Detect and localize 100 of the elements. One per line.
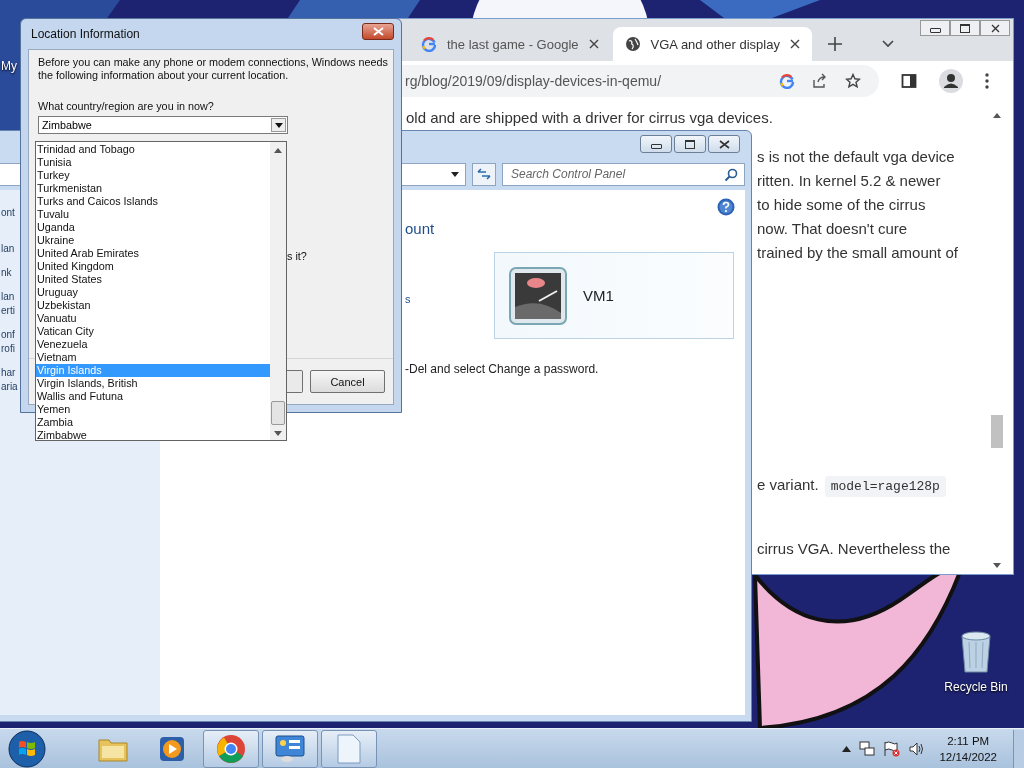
article-text: now. That doesn't cure: [757, 220, 908, 237]
taskbar-app-button[interactable]: [203, 729, 259, 768]
close-button[interactable]: [362, 22, 394, 40]
country-option[interactable]: Trinidad and Tobago: [36, 143, 270, 156]
close-icon: [372, 26, 384, 36]
maximize-button[interactable]: [674, 135, 706, 153]
help-icon[interactable]: [717, 198, 735, 216]
country-option[interactable]: Turks and Caicos Islands: [36, 195, 270, 208]
trash-bin-icon: [959, 630, 993, 674]
browser-tab[interactable]: the last game - Google: [409, 27, 611, 61]
country-option[interactable]: Uganda: [36, 221, 270, 234]
instruction-text: -Del and select Change a password.: [405, 362, 600, 376]
scrollbar-thumb[interactable]: [990, 415, 1003, 448]
share-icon[interactable]: [812, 73, 828, 89]
maximize-button[interactable]: [950, 20, 980, 36]
country-option[interactable]: Ukraine: [36, 234, 270, 247]
search-field[interactable]: Search Control Panel: [502, 162, 745, 186]
speaker-icon[interactable]: [909, 741, 926, 756]
country-option[interactable]: Yemen: [36, 403, 270, 416]
country-option[interactable]: Vatican City: [36, 325, 270, 338]
cancel-button[interactable]: Cancel: [310, 370, 385, 393]
inline-code: model=rage128p: [824, 476, 946, 497]
menu-icon[interactable]: [985, 73, 989, 89]
close-icon: [990, 23, 1000, 33]
minimize-button[interactable]: [640, 135, 672, 153]
dialog-button[interactable]: [287, 370, 303, 393]
task-link[interactable]: s: [405, 293, 411, 305]
side-panel-icon[interactable]: [901, 73, 917, 89]
country-option[interactable]: Zimbabwe: [36, 429, 270, 442]
start-button[interactable]: [8, 729, 46, 768]
close-icon: [718, 139, 730, 149]
taskbar-app-button[interactable]: [321, 729, 377, 768]
desktop-icon-label[interactable]: My: [1, 59, 17, 73]
country-option[interactable]: Uruguay: [36, 286, 270, 299]
clock-time: 2:11 PM: [947, 733, 990, 749]
country-option[interactable]: Vietnam: [36, 351, 270, 364]
scroll-down-icon[interactable]: [992, 563, 1001, 568]
account-name: VM1: [583, 287, 614, 304]
refresh-icon: [476, 167, 492, 181]
article-text: e variant.: [757, 476, 819, 493]
close-button[interactable]: [708, 135, 740, 153]
recycle-bin-label: Recycle Bin: [944, 680, 1008, 694]
close-tab-icon[interactable]: [588, 39, 599, 49]
close-tab-icon[interactable]: [789, 39, 800, 49]
profile-icon[interactable]: [939, 69, 963, 93]
tab-search-icon[interactable]: [881, 40, 894, 48]
scroll-up-icon[interactable]: [992, 113, 1001, 118]
country-option[interactable]: Venezuela: [36, 338, 270, 351]
country-option[interactable]: United States: [36, 273, 270, 286]
article-text: cirrus VGA. Nevertheless the: [757, 540, 951, 557]
article-text: trained by the small amount of: [757, 244, 958, 261]
dropdown-arrow-icon[interactable]: [451, 171, 460, 177]
browser-tab[interactable]: VGA and other display: [612, 27, 812, 61]
field-label: s it?: [287, 250, 307, 262]
star-icon[interactable]: [845, 73, 861, 89]
control-panel-icon: [275, 734, 305, 763]
clock[interactable]: 2:11 PM 12/14/2022: [939, 732, 997, 765]
clock-date: 12/14/2022: [939, 749, 997, 765]
article-text: to hide some of the cirrus: [757, 196, 926, 213]
country-option[interactable]: United Arab Emirates: [36, 247, 270, 260]
scroll-up-icon[interactable]: [274, 148, 282, 153]
section-heading: ount: [405, 220, 436, 237]
show-hidden-icons-icon[interactable]: [842, 745, 852, 752]
recycle-bin-shortcut[interactable]: Recycle Bin: [940, 630, 1012, 694]
taskbar-app-button[interactable]: [262, 729, 318, 768]
question-label: What country/region are you in now?: [38, 100, 215, 112]
scroll-down-icon[interactable]: [274, 431, 282, 436]
country-dropdown[interactable]: Zimbabwe: [38, 116, 288, 134]
country-option[interactable]: Tunisia: [36, 156, 270, 169]
close-button[interactable]: [980, 20, 1010, 36]
article-text: old and are shipped with a driver for cirrus vga devices.: [406, 109, 773, 126]
refresh-button[interactable]: [472, 162, 496, 186]
country-option[interactable]: Wallis and Futuna: [36, 390, 270, 403]
new-tab-icon[interactable]: [827, 37, 842, 51]
article-text: s is not the default vga device: [757, 148, 955, 165]
country-option[interactable]: Turkey: [36, 169, 270, 182]
country-option[interactable]: Zambia: [36, 416, 270, 429]
letter-g-icon: [421, 36, 437, 52]
flag-icon[interactable]: [883, 740, 902, 757]
search-icon[interactable]: [724, 167, 738, 182]
browser-icon: [216, 733, 246, 764]
country-option[interactable]: Vanuatu: [36, 312, 270, 325]
play-icon: [159, 735, 185, 762]
globe-icon: [624, 36, 641, 52]
country-option[interactable]: Turkmenistan: [36, 182, 270, 195]
intro-text: Before you can make any phone or modem connections, Windows needs the following information about your current location.: [38, 56, 389, 82]
address-bar[interactable]: rg/blog/2019/09/display-devices-in-qemu/: [399, 65, 879, 97]
blank-document-icon: [337, 733, 361, 764]
turntable-picture-icon: [509, 266, 567, 325]
scrollbar-thumb[interactable]: [271, 401, 285, 425]
minimize-button[interactable]: [920, 20, 950, 36]
scrollbar[interactable]: [270, 142, 286, 440]
dialog-title: Location Information: [30, 27, 140, 41]
network-icon[interactable]: [859, 740, 876, 757]
country-option[interactable]: Tuvalu: [36, 208, 270, 221]
country-option[interactable]: Virgin Islands, British: [36, 377, 270, 390]
country-option[interactable]: Uzbekistan: [36, 299, 270, 312]
country-option[interactable]: United Kingdom: [36, 260, 270, 273]
user-account-tile[interactable]: VM1: [494, 252, 734, 339]
letter-g-icon[interactable]: [779, 73, 795, 89]
